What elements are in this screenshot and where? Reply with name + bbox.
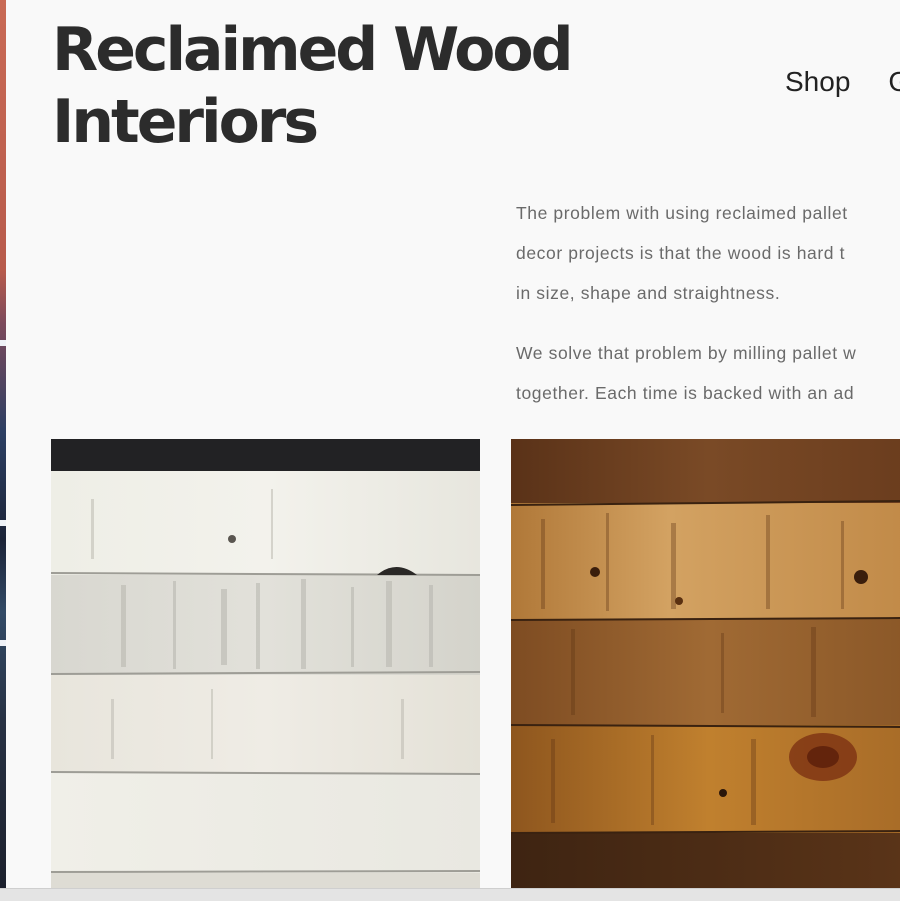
- gallery-image-whitewash[interactable]: [51, 439, 480, 890]
- intro-line: together. Each time is backed with an ad: [516, 383, 855, 403]
- site-title-text: Reclaimed Wood Interiors: [52, 15, 574, 157]
- web-page: Reclaimed Wood Interiors Shop G The prob…: [6, 0, 900, 890]
- nav-link-shop[interactable]: Shop: [785, 66, 850, 98]
- main-nav: Shop G: [785, 66, 900, 98]
- intro-paragraph: The problem with using reclaimed pallet …: [516, 193, 900, 313]
- site-title[interactable]: Reclaimed Wood Interiors: [52, 14, 574, 158]
- intro-text: The problem with using reclaimed pallet …: [516, 193, 900, 413]
- intro-line: decor projects is that the wood is hard …: [516, 243, 846, 263]
- gallery-image-stained[interactable]: [511, 439, 900, 890]
- intro-line: The problem with using reclaimed pallet: [516, 203, 848, 223]
- window-bottom-edge: [0, 888, 900, 901]
- intro-line: We solve that problem by milling pallet …: [516, 343, 857, 363]
- nav-link-next[interactable]: G: [888, 66, 900, 98]
- intro-line: in size, shape and straightness.: [516, 283, 781, 303]
- intro-paragraph: We solve that problem by milling pallet …: [516, 333, 900, 413]
